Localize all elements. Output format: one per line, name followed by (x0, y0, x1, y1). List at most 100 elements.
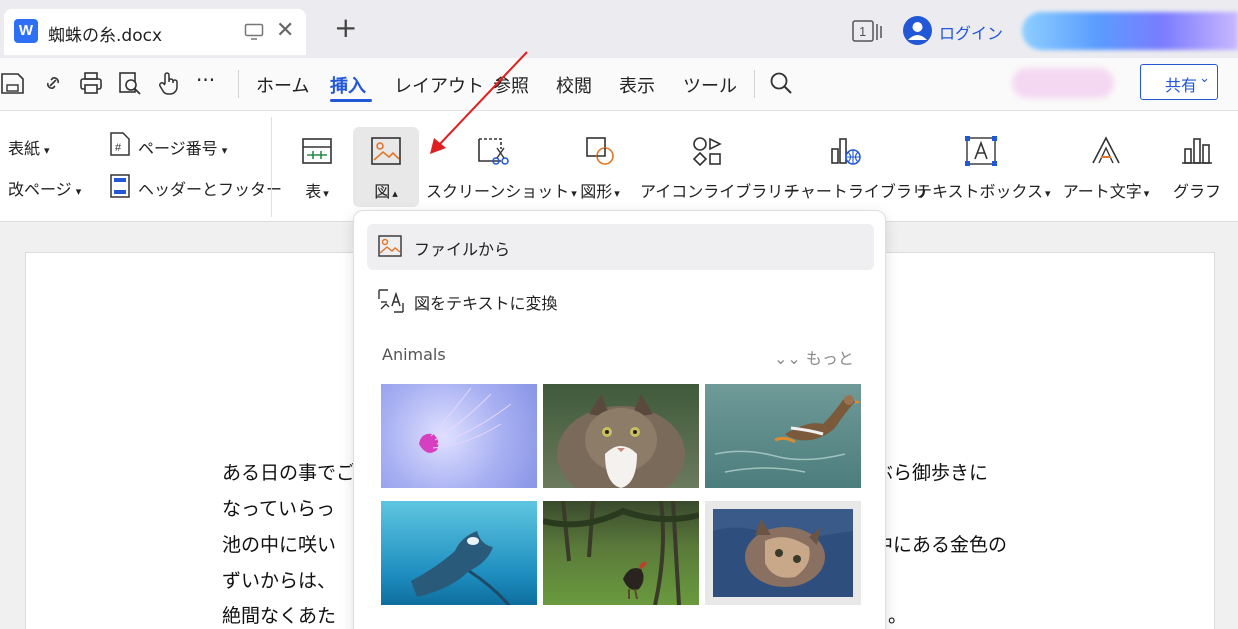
textbox-button[interactable]: テキストボックス ▾ (916, 127, 1051, 207)
document-text-line: 。 (888, 605, 908, 627)
close-tab-icon[interactable]: ✕ (276, 19, 294, 43)
promo-banner[interactable] (1022, 12, 1238, 50)
document-tab[interactable]: W 蜘蛛の糸.docx ✕ (4, 9, 306, 55)
menu-insert[interactable]: 挿入 (330, 72, 366, 98)
textbox-icon (965, 136, 997, 166)
page-view-icon[interactable]: 1 (851, 19, 885, 43)
svg-text:1: 1 (859, 24, 866, 39)
section-title: Animals (382, 345, 446, 364)
page-break-button[interactable]: 改ページ ▾ (8, 176, 81, 200)
insert-ribbon: 表紙 ▾ 改ページ ▾ # ページ番号 ▾ ヘッダーとフッター 表 ▾ 図 ▴ … (0, 110, 1238, 222)
document-text-line: なっていらっ (222, 498, 336, 520)
menu-home[interactable]: ホーム (256, 72, 309, 98)
chevron-down-icon: ⌄ (1199, 71, 1210, 86)
table-button[interactable]: 表 ▾ (290, 127, 344, 207)
screenshot-label: スクリーンショット (426, 182, 570, 201)
wps-writer-icon: W (14, 19, 38, 43)
chevron-down-icon: ▾ (614, 187, 620, 200)
menu-view[interactable]: 表示 (619, 72, 655, 98)
chevron-down-icon: ▾ (75, 185, 82, 198)
picture-button[interactable]: 図 ▴ (353, 127, 419, 207)
image-to-text-item[interactable]: 図をテキストに変換 (367, 278, 874, 324)
toolbar-divider (271, 117, 272, 217)
save-icon[interactable] (0, 70, 26, 96)
wordart-button[interactable]: アート文字 ▾ (1056, 127, 1156, 207)
kitten-thumbnail[interactable] (705, 501, 861, 605)
more-label: もっと (805, 349, 854, 368)
icon-library-button[interactable]: アイコンライブラリー (640, 127, 799, 207)
document-tab-title: 蜘蛛の糸.docx (48, 26, 163, 46)
manta-ray-thumbnail[interactable] (381, 501, 537, 605)
screenshot-button[interactable]: スクリーンショット ▾ (426, 127, 577, 207)
chevron-up-icon: ▴ (392, 187, 398, 200)
touch-mode-icon[interactable] (156, 70, 182, 96)
page-number-label: ページ番号 (138, 139, 218, 158)
svg-text:#: # (115, 142, 122, 154)
user-avatar-icon[interactable] (903, 16, 932, 45)
textbox-label: テキストボックス (916, 182, 1044, 201)
picture-label: 図 (374, 182, 391, 201)
chevron-down-icon: ▾ (44, 144, 50, 157)
more-button[interactable]: ⌄⌄ もっと (774, 345, 854, 369)
wordart-icon (1092, 136, 1120, 164)
login-link[interactable]: ログイン (939, 20, 1003, 44)
share-button[interactable]: 共有 ⌄ (1140, 64, 1218, 100)
goose-thumbnail[interactable] (705, 384, 861, 488)
wordart-label: アート文字 (1062, 182, 1142, 201)
menu-divider (238, 70, 239, 98)
shapes-icon (586, 137, 614, 165)
insert-from-file-label: ファイルから (414, 240, 511, 259)
chart-library-button[interactable]: チャートライブラリ (784, 127, 928, 207)
link-icon[interactable] (40, 70, 66, 96)
chart-library-label: チャートライブラリ (784, 182, 928, 201)
menu-review[interactable]: 校閲 (556, 72, 592, 98)
chart-library-icon (831, 138, 861, 165)
image-to-text-label: 図をテキストに変換 (414, 294, 558, 313)
share-button-label: 共有 (1165, 76, 1198, 95)
cat-thumbnail[interactable] (543, 384, 699, 488)
blurred-element (1012, 68, 1114, 98)
monitor-icon[interactable] (244, 23, 264, 41)
image-to-text-icon (378, 289, 404, 313)
screenshot-icon (478, 138, 509, 165)
graph-label: グラフ (1172, 182, 1221, 201)
menu-layout[interactable]: レイアウト (394, 72, 484, 98)
document-text-line: 中にある金色の (874, 534, 1008, 556)
double-chevron-down-icon: ⌄⌄ (774, 349, 801, 368)
icon-library-icon (692, 137, 722, 167)
chevron-down-icon: ▾ (1143, 187, 1150, 200)
table-label: 表 (305, 182, 322, 201)
graph-icon (1182, 138, 1212, 164)
page-break-label: 改ページ (8, 180, 72, 199)
menu-tools[interactable]: ツール (683, 72, 737, 98)
chevron-down-icon: ▾ (221, 144, 228, 157)
picture-dropdown-menu: ファイルから 図をテキストに変換 Animals ⌄⌄ もっと (353, 210, 886, 629)
document-text-line: ぶら御歩きに (874, 462, 989, 484)
page-number-icon: # (110, 132, 130, 156)
graph-button[interactable]: グラフ (1168, 127, 1226, 207)
shapes-button[interactable]: 図形 ▾ (570, 127, 630, 207)
picture-file-icon (378, 235, 402, 257)
print-icon[interactable] (78, 70, 104, 96)
jellyfish-thumbnail[interactable] (381, 384, 537, 488)
document-text-line: ずいからは、 (222, 570, 337, 592)
insert-from-file-item[interactable]: ファイルから (367, 224, 874, 270)
cover-page-label: 表紙 (8, 139, 41, 158)
chevron-down-icon: ▾ (1045, 187, 1051, 200)
more-quick-actions-icon[interactable]: ··· (196, 68, 215, 92)
page-number-button[interactable]: ページ番号 ▾ (138, 135, 227, 159)
cover-page-button[interactable]: 表紙 ▾ (8, 135, 50, 159)
new-tab-button[interactable]: + (334, 14, 357, 42)
print-preview-icon[interactable] (117, 70, 143, 96)
picture-icon (371, 137, 401, 165)
search-icon[interactable] (768, 70, 794, 96)
menu-references[interactable]: 参照 (493, 72, 529, 98)
document-text-line: ある日の事でご (222, 462, 356, 484)
rooster-thumbnail[interactable] (543, 501, 699, 605)
menu-divider (754, 70, 755, 98)
ribbon-menu-row: ··· ホーム 挿入 レイアウト 参照 校閲 表示 ツール 共有 ⌄ (0, 58, 1238, 110)
document-text-line: 絶間なくあた (222, 605, 337, 627)
shapes-label: 図形 (580, 182, 613, 201)
header-footer-icon (110, 174, 130, 198)
header-footer-button[interactable]: ヘッダーとフッター (138, 176, 282, 200)
